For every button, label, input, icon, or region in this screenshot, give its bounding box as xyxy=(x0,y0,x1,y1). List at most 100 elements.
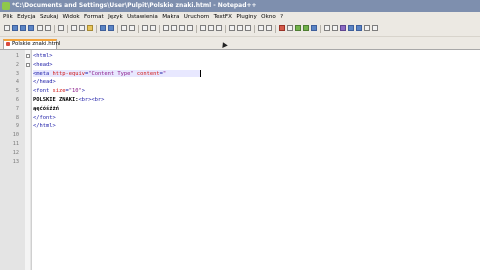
down-arrow-icon[interactable] xyxy=(356,25,362,31)
zoom-in-icon[interactable] xyxy=(142,25,148,31)
replace-icon[interactable] xyxy=(129,25,135,31)
wrap-icon[interactable] xyxy=(171,25,177,31)
notepadpp-app-icon xyxy=(2,2,10,10)
run-macro-multiple-icon[interactable] xyxy=(303,25,309,31)
unfold-all-icon[interactable] xyxy=(208,25,214,31)
print-icon[interactable] xyxy=(58,25,64,31)
code-line: <html> xyxy=(33,53,53,59)
fold-margin xyxy=(25,50,30,270)
toolbar-separator xyxy=(159,25,160,33)
doc-map-icon[interactable] xyxy=(229,25,235,31)
code-line: <head> xyxy=(33,61,53,68)
find-icon[interactable] xyxy=(121,25,127,31)
toolbar-separator xyxy=(254,25,255,33)
save-icon[interactable] xyxy=(20,25,26,31)
line-number: 12 xyxy=(12,149,19,156)
line-number: 8 xyxy=(15,114,19,121)
menu-okno[interactable]: Okno xyxy=(260,12,277,22)
toolbar-separator xyxy=(54,25,55,33)
bookmark-icon[interactable] xyxy=(364,25,370,31)
menu-textfx[interactable]: TextFX xyxy=(212,12,233,22)
cut-icon[interactable] xyxy=(71,25,77,31)
save-macro-icon[interactable] xyxy=(311,25,317,31)
line-number: 5 xyxy=(15,88,19,95)
close-icon[interactable] xyxy=(37,25,43,31)
show-all-chars-icon[interactable] xyxy=(179,25,185,31)
code-line: POLSKIE ZNAKI:<br><br> xyxy=(33,97,105,103)
menu-uruchom[interactable]: Uruchom xyxy=(183,12,211,22)
redo-icon[interactable] xyxy=(108,25,114,31)
line-number: 2 xyxy=(15,61,19,68)
fold-toggle-icon[interactable] xyxy=(26,62,30,67)
indent-guide-icon[interactable] xyxy=(187,25,193,31)
spell-check-icon[interactable] xyxy=(340,25,346,31)
zoom-out-icon[interactable] xyxy=(150,25,156,31)
code-line: </head> xyxy=(33,79,56,86)
function-list-icon[interactable] xyxy=(216,25,222,31)
menu-szukaj[interactable]: Szukaj xyxy=(39,12,60,22)
menu-pluginy[interactable]: Pluginy xyxy=(235,12,258,22)
title-bar: *C:\Documents and Settings\User\Pulpit\P… xyxy=(0,0,480,12)
toolbar-separator xyxy=(96,25,97,33)
toolbar-separator xyxy=(117,25,118,33)
line-number: 4 xyxy=(15,79,19,86)
line-number: 10 xyxy=(12,132,19,139)
stop-record-icon[interactable] xyxy=(287,25,293,31)
text-caret xyxy=(200,70,201,78)
toolbar xyxy=(0,22,480,37)
menu-edycja[interactable]: Edycja xyxy=(16,12,37,22)
window-title: *C:\Documents and Settings\User\Pulpit\P… xyxy=(12,2,257,9)
unsaved-file-icon xyxy=(6,41,10,46)
settings-icon[interactable] xyxy=(372,25,378,31)
code-line: </font> xyxy=(33,114,56,121)
play-macro-icon[interactable] xyxy=(295,25,301,31)
toolbar-separator xyxy=(196,25,197,33)
record-macro-icon[interactable] xyxy=(279,25,285,31)
line-number: 6 xyxy=(15,97,19,103)
code-line: <meta http-equiv="Content Type" content=… xyxy=(33,70,167,77)
line-number: 11 xyxy=(12,141,19,147)
open-file-icon[interactable] xyxy=(12,25,18,31)
new-file-icon[interactable] xyxy=(4,25,10,31)
code-line: ąęćóśźżń xyxy=(33,105,59,112)
code-line: <font size="10"> xyxy=(33,88,85,95)
tab-label: Polskie znaki.html xyxy=(12,41,61,47)
menu-ustawienia[interactable]: Ustawienia xyxy=(126,12,159,22)
paste-icon[interactable] xyxy=(87,25,93,31)
tab-polskie-znaki[interactable]: Polskie znaki.html xyxy=(3,39,61,49)
toolbar-separator xyxy=(225,25,226,33)
fold-toggle-icon[interactable] xyxy=(26,54,30,58)
code-line: </html> xyxy=(33,123,56,130)
up-arrow-icon[interactable] xyxy=(348,25,354,31)
menu-plik[interactable]: Plik xyxy=(0,12,14,22)
menu-jezyk[interactable]: Język xyxy=(107,12,124,22)
toolbar-separator xyxy=(320,25,321,33)
lowercase-icon[interactable] xyxy=(266,25,272,31)
indent-icon[interactable] xyxy=(237,25,243,31)
close-all-icon[interactable] xyxy=(45,25,51,31)
toolbar-separator xyxy=(138,25,139,33)
menu-makra[interactable]: Makra xyxy=(161,12,181,22)
uncomment-icon[interactable] xyxy=(332,25,338,31)
toolbar-separator xyxy=(67,25,68,33)
line-number: 9 xyxy=(15,123,19,130)
line-number: 1 xyxy=(15,53,19,59)
menu-widok[interactable]: Widok xyxy=(61,12,81,22)
comment-icon[interactable] xyxy=(324,25,330,31)
tab-bar: Polskie znaki.html xyxy=(0,37,480,50)
copy-icon[interactable] xyxy=(79,25,85,31)
line-number: 13 xyxy=(12,158,19,165)
save-all-icon[interactable] xyxy=(28,25,34,31)
line-number: 7 xyxy=(15,105,19,112)
toolbar-separator xyxy=(275,25,276,33)
undo-icon[interactable] xyxy=(100,25,106,31)
uppercase-icon[interactable] xyxy=(258,25,264,31)
menu-format[interactable]: Format xyxy=(83,12,105,22)
editor-area[interactable]: 1 2 3 4 5 6 7 8 9 10 11 12 13 <html> <he… xyxy=(0,50,480,270)
menu-bar: Plik Edycja Szukaj Widok Format Język Us… xyxy=(0,12,480,22)
fold-all-icon[interactable] xyxy=(200,25,206,31)
menu-help[interactable]: ? xyxy=(279,12,285,22)
outdent-icon[interactable] xyxy=(245,25,251,31)
sync-scroll-icon[interactable] xyxy=(163,25,169,31)
line-number: 3 xyxy=(15,70,19,77)
